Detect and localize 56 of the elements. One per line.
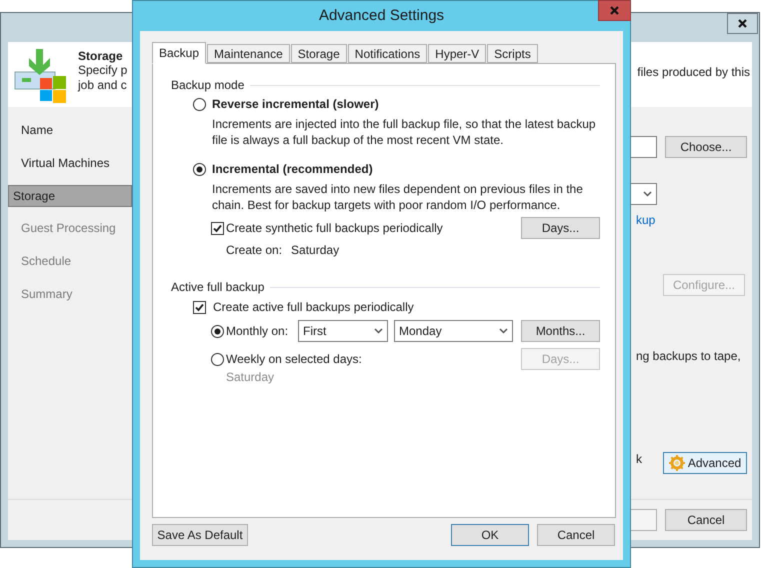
option-label[interactable]: Reverse incremental (slower) xyxy=(212,97,379,111)
close-icon xyxy=(609,5,620,16)
choose-button[interactable]: Choose... xyxy=(665,136,747,158)
selected-days: Saturday xyxy=(226,370,600,384)
header-description: Specify p xyxy=(78,63,128,78)
cancel-button[interactable]: Cancel xyxy=(665,509,747,531)
option-description: Increments are injected into the full backup file, so that the latest backup xyxy=(212,116,597,132)
tab[interactable]: Scripts xyxy=(487,44,538,63)
close-icon xyxy=(737,18,748,29)
checkbox-label[interactable]: Create active full backups periodically xyxy=(213,300,414,314)
tab[interactable]: Maintenance xyxy=(207,44,290,63)
cancel-button[interactable]: Cancel xyxy=(537,524,615,546)
option-description: chain. Best for backup targets with poor random I/O performance. xyxy=(212,197,562,213)
window-title: Advanced Settings xyxy=(318,6,444,24)
header-description: job and c xyxy=(78,78,128,93)
save-default-button[interactable]: Save As Default xyxy=(152,524,248,546)
wizard-step[interactable]: Name xyxy=(8,119,132,142)
description-text: k xyxy=(636,452,643,466)
radio-label[interactable]: Monthly on: xyxy=(226,324,298,338)
section-title: Active full backup xyxy=(171,280,264,294)
field-label: Create on: xyxy=(226,243,282,259)
option-description: file is always a full backup of the most recent VM state. xyxy=(212,132,504,148)
dropdown[interactable]: Monday xyxy=(394,320,513,342)
radio-selected[interactable] xyxy=(211,324,224,338)
chevron-icon xyxy=(499,328,508,334)
advanced-button[interactable]: Advanced xyxy=(663,452,747,474)
header-title: Storage xyxy=(78,49,124,63)
radio-button[interactable] xyxy=(211,352,224,366)
radio-button[interactable] xyxy=(193,98,206,110)
radio-label[interactable]: Weekly on selected days: xyxy=(226,352,521,366)
checkbox-checked[interactable] xyxy=(211,222,224,234)
gear-icon xyxy=(668,455,685,471)
option-label[interactable]: Incremental (recommended) xyxy=(212,162,373,176)
ok-button[interactable]: OK xyxy=(451,524,529,546)
dropdown[interactable]: First xyxy=(298,320,388,342)
storage-icon xyxy=(14,49,67,103)
section-title: Backup mode xyxy=(171,78,244,92)
wizard-step[interactable]: Virtual Machines xyxy=(8,152,132,175)
checkbox-checked[interactable] xyxy=(193,300,206,314)
tab[interactable]: Hyper-V xyxy=(428,44,486,63)
radio-selected[interactable] xyxy=(193,162,206,176)
tab[interactable]: Notifications xyxy=(348,44,428,63)
option-description: Increments are saved into new files dependent on previous files in the xyxy=(212,181,584,197)
checkbox-label[interactable]: Create synthetic full backups periodically xyxy=(226,221,521,235)
days-button[interactable]: Days... xyxy=(521,217,600,239)
chevron-icon xyxy=(374,328,383,334)
close-button[interactable] xyxy=(727,13,758,34)
field-value: Saturday xyxy=(291,243,340,259)
chevron-icon xyxy=(643,191,652,197)
months-button[interactable]: Months... xyxy=(521,320,600,342)
wizard-step[interactable]: Storage xyxy=(8,185,132,207)
header-description: files produced by this xyxy=(637,65,750,79)
tab[interactable]: Backup xyxy=(152,42,206,64)
tab[interactable]: Storage xyxy=(290,44,347,63)
link[interactable]: kup xyxy=(636,213,752,227)
description-text: ng backups to tape, xyxy=(636,349,742,363)
